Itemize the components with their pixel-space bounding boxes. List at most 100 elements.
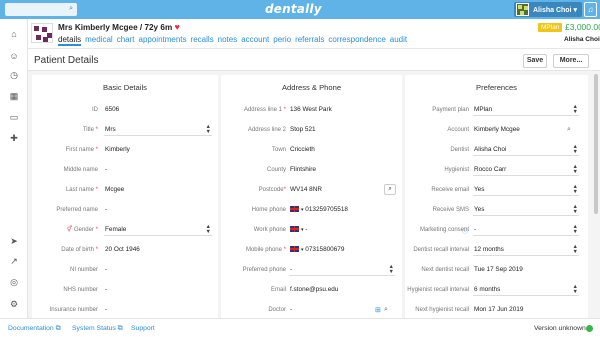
uk-flag-icon <box>290 206 299 212</box>
tab-notes[interactable]: notes <box>218 35 238 44</box>
postcode-lookup-search-icon[interactable]: ⌕ <box>384 184 396 195</box>
account-search-icon[interactable]: ⌕ <box>567 126 571 134</box>
dentist-row: Dentist Alisha Choi ▲ ▼ <box>405 144 588 156</box>
tab-recalls[interactable]: recalls <box>191 35 214 44</box>
payment-plan-select[interactable]: MPlan ▲ ▼ <box>473 104 579 116</box>
account-field[interactable]: Kimberly Mcgee <box>474 124 520 136</box>
address1-row: Address line 1 * 136 West Park <box>221 104 402 116</box>
save-button[interactable]: Save <box>523 54 547 68</box>
county-field[interactable]: Flintshire <box>290 164 316 176</box>
heart-icon: ♥ <box>174 22 180 32</box>
ni-number-field[interactable]: - <box>105 264 107 276</box>
settings-icon[interactable]: ⚙ <box>8 298 20 310</box>
page-title: Patient Details <box>34 55 99 66</box>
doctor-field[interactable]: - <box>290 304 292 316</box>
hygienist-select[interactable]: Rocco Carr ▲ ▼ <box>473 164 579 176</box>
scrollbar-thumb[interactable] <box>594 74 598 214</box>
home-icon[interactable]: ⌂ <box>8 28 20 40</box>
email-field[interactable]: f.stone@psu.edu <box>290 284 338 296</box>
system-status-link[interactable]: System Status ⧉ <box>72 325 123 333</box>
select-arrows-icon: ▲ ▼ <box>205 224 211 235</box>
basic-details-panel: Basic Details ID 6506 Title * Mrs ▲ ▼ First … <box>32 75 218 318</box>
footer: Documentation ⧉ System Status ⧉ Support … <box>0 318 600 337</box>
notifications-bell-icon[interactable]: ♫ <box>584 2 597 17</box>
first-name-row: First name * Kimberly <box>32 144 218 156</box>
select-arrows-icon: ▲ ▼ <box>572 164 578 175</box>
tab-appointments[interactable]: appointments <box>139 35 187 44</box>
next-hygienist-recall-label: Next hygienist recall <box>415 307 469 313</box>
dob-label: Date of birth * <box>61 247 98 253</box>
dentist-recall-interval-select[interactable]: 12 months ▲ ▼ <box>473 244 579 256</box>
first-name-field[interactable]: Kimberly <box>105 144 130 156</box>
tab-medical[interactable]: medical <box>85 35 113 44</box>
hygienist-recall-interval-select[interactable]: 6 months ▲ ▼ <box>473 284 579 296</box>
patients-icon[interactable]: ☺ <box>8 50 20 62</box>
send-icon[interactable]: ➤ <box>8 235 20 247</box>
support-link[interactable]: Support <box>131 325 155 332</box>
doctor-row: Doctor - ⊞ ⌕ <box>221 304 402 316</box>
tab-perio[interactable]: perio <box>273 35 291 44</box>
id-label: ID <box>92 107 98 113</box>
basic-details-title: Basic Details <box>103 83 147 92</box>
preferred-phone-select[interactable]: - ▲ ▼ <box>289 264 395 276</box>
town-field[interactable]: Criccieth <box>290 144 315 156</box>
dob-field[interactable]: 20 Oct 1946 <box>105 244 140 256</box>
tab-referrals[interactable]: referrals <box>295 35 324 44</box>
hygienist-recall-interval-row: Hygienist recall interval 6 months ▲ ▼ <box>405 284 588 296</box>
patient-name: Mrs Kimberly Mcgee / 72y 6m ♥ <box>58 22 180 32</box>
nhs-number-field[interactable]: - <box>105 284 107 296</box>
doctor-label: Doctor <box>268 307 286 313</box>
receive-sms-select[interactable]: Yes ▲ ▼ <box>473 204 579 216</box>
tab-audit[interactable]: audit <box>390 35 407 44</box>
add-user-icon[interactable]: ✚ <box>8 132 20 144</box>
tab-chart[interactable]: chart <box>117 35 135 44</box>
title-select[interactable]: Mrs ▲ ▼ <box>104 124 212 136</box>
insurance-number-field[interactable]: - <box>105 304 107 316</box>
home-phone-field[interactable]: ▾ 013259705518 <box>290 204 348 216</box>
address1-field[interactable]: 136 West Park <box>290 104 332 116</box>
marketing-consent-select[interactable]: - ▲ ▼ <box>473 224 579 236</box>
next-dentist-recall-value: Tue 17 Sep 2019 <box>474 266 523 273</box>
documentation-link[interactable]: Documentation ⧉ <box>8 325 60 333</box>
more-button[interactable]: More... <box>553 54 589 68</box>
tab-correspondence[interactable]: correspondence <box>328 35 385 44</box>
receive-email-select[interactable]: Yes ▲ ▼ <box>473 184 579 196</box>
select-arrows-icon: ▲ ▼ <box>572 144 578 155</box>
email-row: Email f.stone@psu.edu <box>221 284 402 296</box>
town-row: Town Criccieth <box>221 144 402 156</box>
dentist-select[interactable]: Alisha Choi ▲ ▼ <box>473 144 579 156</box>
reports-icon[interactable]: ↗ <box>8 255 20 267</box>
globe-icon[interactable]: ◎ <box>8 276 20 288</box>
id-value: 6506 <box>105 106 120 113</box>
search-input[interactable]: ⌕ <box>5 3 77 16</box>
gender-select[interactable]: Female ▲ ▼ <box>104 224 212 236</box>
user-avatar <box>516 3 529 16</box>
tab-details[interactable]: details <box>58 35 82 46</box>
preferred-name-field[interactable]: - <box>105 204 107 216</box>
mobile-phone-field[interactable]: ▾ 07315800679 <box>290 244 344 256</box>
calendar-icon[interactable]: ▦ <box>8 90 20 102</box>
external-link-icon: ⧉ <box>55 325 61 332</box>
info-icon[interactable]: ⓘ <box>462 226 468 235</box>
user-menu-button[interactable]: Alisha Choi ▾ <box>514 2 582 17</box>
doctor-search-icon[interactable]: ⌕ <box>384 306 388 314</box>
middle-name-field[interactable]: - <box>105 164 107 176</box>
nhs-number-row: NHS number - <box>32 284 218 296</box>
next-dentist-recall-row: Next dentist recall Tue 17 Sep 2019 <box>405 264 588 276</box>
add-doctor-icon[interactable]: ⊞ <box>375 306 381 314</box>
inbox-icon[interactable]: ▭ <box>8 111 20 123</box>
payment-plan-row: Payment plan MPlan ▲ ▼ <box>405 104 588 116</box>
mobile-phone-row: Mobile phone * ▾ 07315800679 <box>221 244 402 256</box>
address2-field[interactable]: Stop 521 <box>290 124 316 136</box>
scrollbar[interactable] <box>592 71 600 318</box>
patient-avatar <box>31 23 53 43</box>
tab-account[interactable]: account <box>241 35 269 44</box>
clock-icon[interactable]: ◷ <box>8 69 20 81</box>
gender-row: ⚥ Gender * Female ▲ ▼ <box>32 224 218 236</box>
postcode-field[interactable]: WV14 8NR <box>290 184 322 196</box>
work-phone-field[interactable]: ▾ - <box>290 224 307 236</box>
assigned-dentist: Alisha Choi <box>564 36 600 43</box>
uk-flag-icon <box>290 226 299 232</box>
ni-number-label: NI number <box>69 267 98 273</box>
last-name-field[interactable]: Mcgee <box>105 184 124 196</box>
